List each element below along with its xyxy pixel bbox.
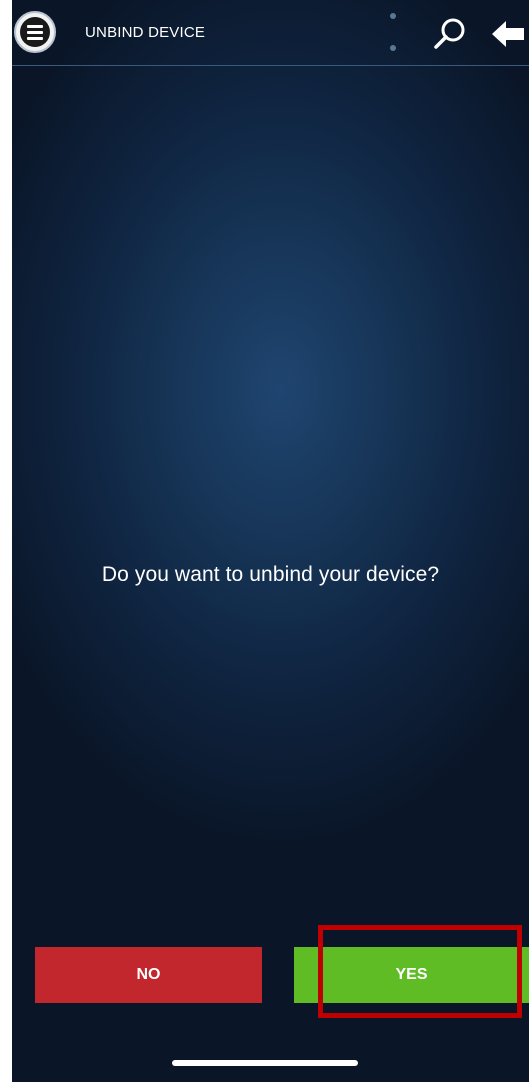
yes-button[interactable]: YES xyxy=(294,947,529,1003)
status-dot-icon xyxy=(390,13,396,19)
search-icon xyxy=(434,18,465,49)
hamburger-menu-icon xyxy=(20,17,50,47)
page-title: UNBIND DEVICE xyxy=(85,24,206,41)
no-button[interactable]: NO xyxy=(35,947,262,1003)
unbind-prompt-text: Do you want to unbind your device? xyxy=(101,563,440,586)
menu-bar-line xyxy=(27,37,43,40)
search-button[interactable] xyxy=(430,14,470,54)
home-indicator[interactable] xyxy=(172,1060,358,1066)
menu-button[interactable] xyxy=(14,11,56,53)
back-arrow-icon xyxy=(492,21,524,47)
app-screen: UNBIND DEVICE Do you want to unbind your… xyxy=(12,0,529,1082)
back-button[interactable] xyxy=(490,20,526,48)
status-dot-icon xyxy=(390,45,396,51)
header-bar: UNBIND DEVICE xyxy=(12,0,529,66)
menu-bar-line xyxy=(27,31,43,34)
menu-bar-line xyxy=(27,25,43,28)
